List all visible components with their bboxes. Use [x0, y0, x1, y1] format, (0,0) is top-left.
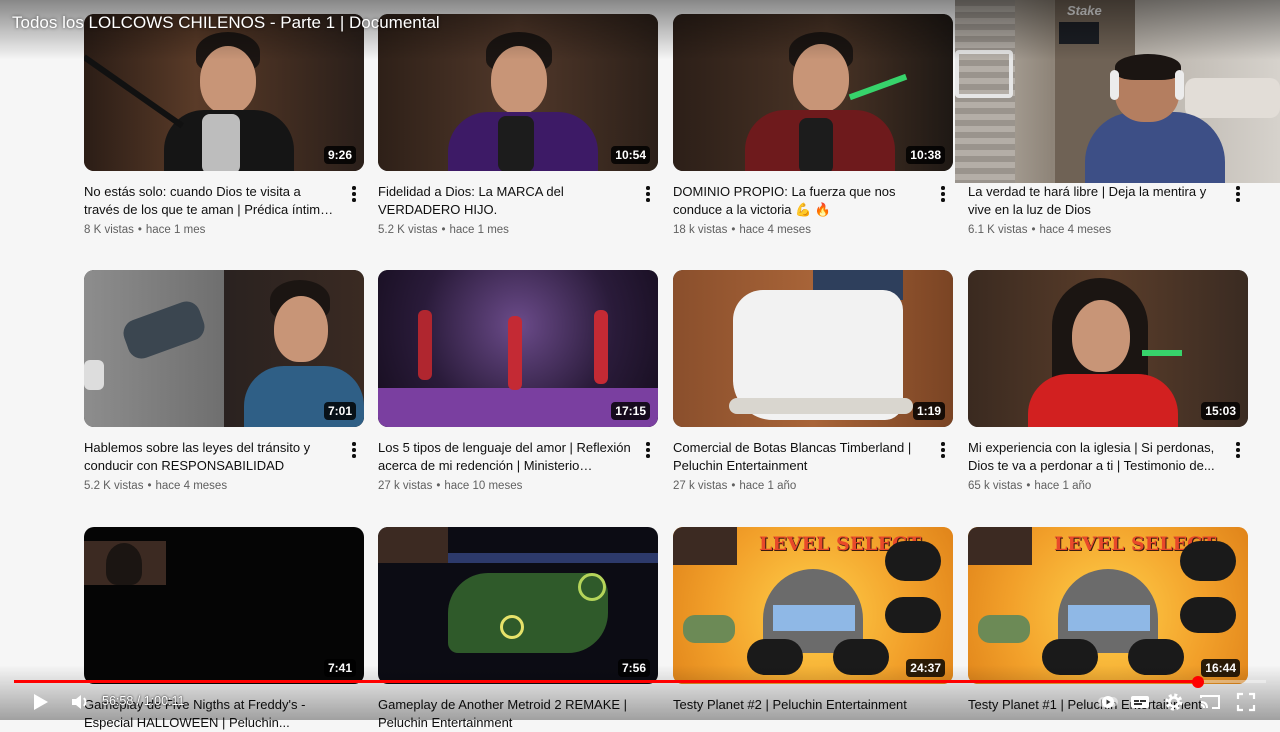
video-meta: 18 k vistas • hace 4 meses	[673, 224, 811, 236]
video-thumbnail[interactable]: 10:38	[673, 14, 953, 171]
video-thumbnail[interactable]: 7:56	[378, 527, 658, 684]
video-duration: 7:01	[323, 402, 356, 420]
video-duration: 9:26	[323, 146, 356, 164]
play-button[interactable]	[28, 690, 52, 714]
video-title[interactable]: Fidelidad a Dios: La MARCA del VERDADERO…	[378, 183, 632, 219]
video-thumbnail[interactable]: 7:41	[84, 527, 364, 684]
video-duration: 7:56	[617, 659, 650, 677]
video-card[interactable]: 7:56 Gameplay de Another Metroid 2 REMAK…	[378, 527, 658, 732]
video-card[interactable]: 1:19 Comercial de Botas Blancas Timberla…	[673, 270, 953, 492]
video-thumbnail[interactable]: 17:15	[378, 270, 658, 427]
video-duration: 16:44	[1201, 659, 1240, 677]
time-display: 56:58 / 1:00:11	[102, 694, 185, 708]
streamer-webcam: Stake	[955, 0, 1280, 183]
video-meta: 5.2 K vistas • hace 4 meses	[84, 480, 228, 492]
video-duration: 10:54	[611, 146, 650, 164]
video-card[interactable]: 7:01 Hablemos sobre las leyes del tránsi…	[84, 270, 364, 492]
video-player-title[interactable]: Todos los LOLCOWS CHILENOS - Parte 1 | D…	[12, 13, 440, 33]
video-thumbnail[interactable]: 9:26	[84, 14, 364, 171]
gear-icon	[1165, 693, 1183, 711]
video-card[interactable]: 15:03 Mi experiencia con la iglesia | Si…	[968, 270, 1248, 492]
video-meta: 27 k vistas • hace 1 año	[673, 480, 797, 492]
more-options-icon[interactable]	[344, 183, 364, 205]
stake-sign: Stake	[1067, 3, 1102, 18]
video-card[interactable]: 9:26 No estás solo: cuando Dios te visit…	[84, 14, 364, 236]
fullscreen-icon	[1236, 692, 1256, 712]
video-title[interactable]: Testy Planet #2 | Peluchin Entertainment	[673, 696, 927, 714]
video-title[interactable]: No estás solo: cuando Dios te visita a t…	[84, 183, 338, 219]
video-thumbnail[interactable]: 15:03	[968, 270, 1248, 427]
video-card[interactable]: 10:38 DOMINIO PROPIO: La fuerza que nos …	[673, 14, 953, 236]
more-options-icon[interactable]	[933, 439, 953, 461]
autoplay-toggle[interactable]	[1096, 690, 1120, 714]
video-thumbnail[interactable]: 1:19	[673, 270, 953, 427]
subtitles-icon	[1131, 696, 1149, 708]
video-card[interactable]: LEVEL SELECT 16:44 Testy Planet #1 | Pel…	[968, 527, 1248, 714]
video-meta: 6.1 K vistas • hace 4 meses	[968, 224, 1112, 236]
autoplay-icon	[1098, 696, 1118, 708]
more-options-icon[interactable]	[933, 183, 953, 205]
video-card[interactable]: 10:54 Fidelidad a Dios: La MARCA del VER…	[378, 14, 658, 236]
video-title[interactable]: Comercial de Botas Blancas Timberland | …	[673, 439, 927, 475]
video-title[interactable]: DOMINIO PROPIO: La fuerza que nos conduc…	[673, 183, 927, 219]
more-options-icon[interactable]	[638, 183, 658, 205]
progress-played	[14, 680, 1199, 683]
video-thumbnail[interactable]: LEVEL SELECT 24:37	[673, 527, 953, 684]
cast-button[interactable]	[1198, 690, 1222, 714]
fullscreen-button[interactable]	[1234, 690, 1258, 714]
video-duration: 24:37	[906, 659, 945, 677]
video-duration: 17:15	[611, 402, 650, 420]
video-thumbnail[interactable]: LEVEL SELECT 16:44	[968, 527, 1248, 684]
video-card[interactable]: LEVEL SELECT 24:37 Testy Planet #2 | Pel…	[673, 527, 953, 714]
cast-icon	[1200, 695, 1220, 709]
video-title[interactable]: Mi experiencia con la iglesia | Si perdo…	[968, 439, 1222, 475]
more-options-icon[interactable]	[1228, 183, 1248, 205]
video-title[interactable]: Hablemos sobre las leyes del tránsito y …	[84, 439, 338, 475]
settings-button[interactable]	[1162, 690, 1186, 714]
video-thumbnail[interactable]: 7:01	[84, 270, 364, 427]
more-options-icon[interactable]	[344, 439, 364, 461]
mute-button[interactable]	[68, 690, 92, 714]
video-duration: 1:19	[912, 402, 945, 420]
video-meta: 27 k vistas • hace 10 meses	[378, 480, 523, 492]
more-options-icon[interactable]	[638, 439, 658, 461]
video-duration: 10:38	[906, 146, 945, 164]
play-icon	[34, 694, 48, 710]
video-card[interactable]: 17:15 Los 5 tipos de lenguaje del amor |…	[378, 270, 658, 492]
video-meta: 5.2 K vistas • hace 1 mes	[378, 224, 509, 236]
video-meta: 8 K vistas • hace 1 mes	[84, 224, 206, 236]
progress-bar[interactable]	[14, 675, 1266, 688]
video-title[interactable]: Los 5 tipos de lenguaje del amor | Refle…	[378, 439, 632, 475]
scrubber-handle[interactable]	[1192, 675, 1205, 688]
video-thumbnail[interactable]: 10:54	[378, 14, 658, 171]
video-meta: 65 k vistas • hace 1 año	[968, 480, 1092, 492]
video-duration: 15:03	[1201, 402, 1240, 420]
subtitles-button[interactable]	[1128, 690, 1152, 714]
more-options-icon[interactable]	[1228, 439, 1248, 461]
video-title[interactable]: Gameplay de Another Metroid 2 REMAKE | P…	[378, 696, 632, 732]
video-duration: 7:41	[323, 659, 356, 677]
video-title[interactable]: La verdad te hará libre | Deja la mentir…	[968, 183, 1222, 219]
volume-icon	[72, 695, 87, 709]
